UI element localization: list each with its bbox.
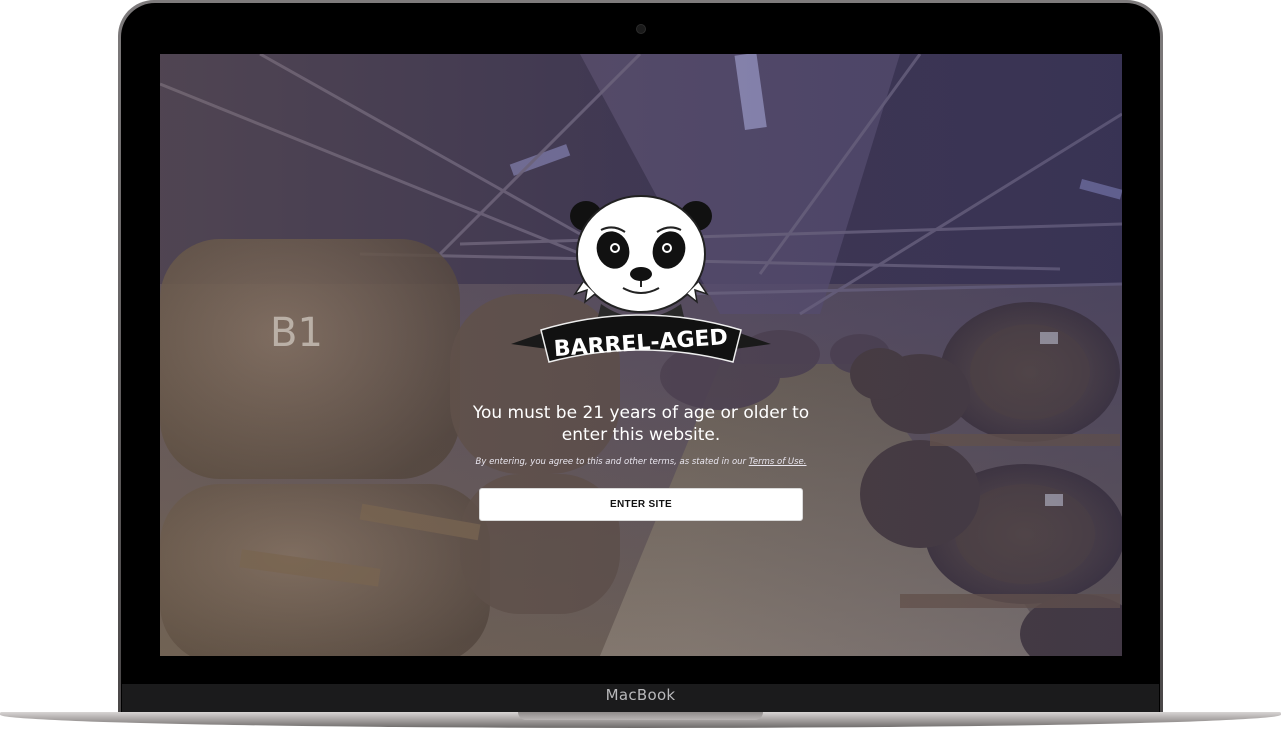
camera-icon — [637, 25, 645, 33]
age-requirement-heading: You must be 21 years of age or older to … — [441, 402, 841, 446]
barrel-aged-panda-logo: BARREL-AGED — [511, 195, 771, 363]
age-requirement-line-2: enter this website. — [561, 425, 721, 445]
website-screen: B1 — [160, 54, 1122, 656]
terms-notice: By entering, you agree to this and other… — [441, 457, 841, 467]
enter-site-button[interactable]: ENTER SITE — [479, 488, 803, 521]
terms-of-use-link[interactable]: Terms of Use. — [749, 457, 807, 467]
device-brand-label: MacBook — [605, 686, 676, 704]
laptop-hinge-notch — [518, 712, 763, 720]
age-requirement-line-1: You must be 21 years of age or older to — [472, 403, 810, 423]
terms-notice-text: By entering, you agree to this and other… — [475, 457, 747, 467]
